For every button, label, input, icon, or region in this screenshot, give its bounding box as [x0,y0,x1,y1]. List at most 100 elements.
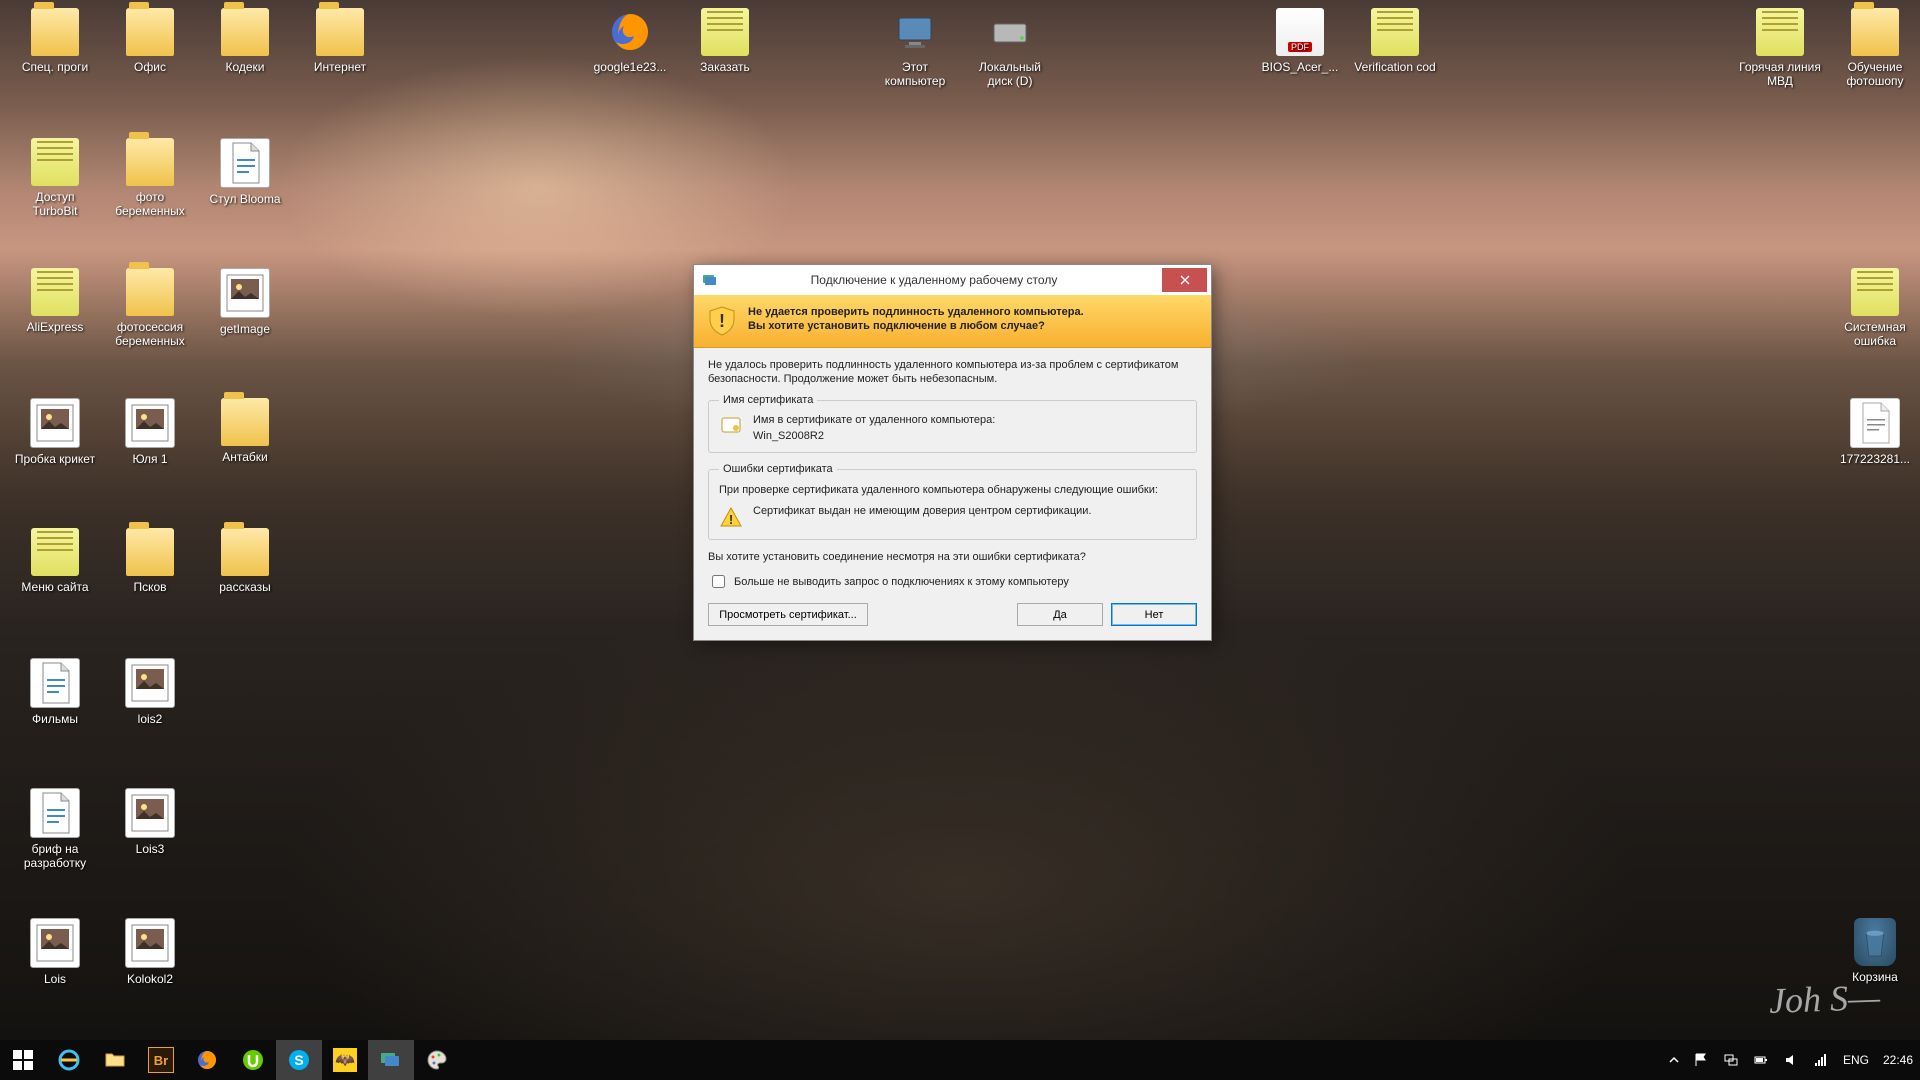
desktop-icon-label: Этот компьютер [870,59,960,89]
taskbar-paint[interactable] [414,1040,460,1080]
desktop-icon-label: google1e23... [585,59,675,75]
desktop-icon[interactable]: google1e23... [585,8,675,75]
tray-security[interactable] [1686,1040,1716,1080]
desktop-icon[interactable]: Lois [10,918,100,987]
desktop-icon-label: Kolokol2 [105,971,195,987]
taskbar[interactable]: Br S 🦇 ENG 22:46 [0,1040,1920,1080]
no-button[interactable]: Нет [1111,603,1197,626]
taskbar-rdp[interactable] [368,1040,414,1080]
close-icon [1180,275,1190,285]
dialog-intro-text: Не удалось проверить подлинность удаленн… [708,358,1197,386]
file-image-icon [125,658,175,708]
certificate-name-legend: Имя сертификата [719,394,817,406]
file-image-icon [125,398,175,448]
notepad-icon-icon [31,138,79,186]
desktop-icon[interactable]: Спец. проги [10,8,100,75]
desktop-icon[interactable]: Офис [105,8,195,75]
desktop-icon[interactable]: getImage [200,268,290,337]
taskbar-skype[interactable]: S [276,1040,322,1080]
tray-volume[interactable] [1776,1040,1806,1080]
desktop-icon[interactable]: Антабки [200,398,290,465]
windows-icon [11,1048,35,1072]
taskbar-ie[interactable] [46,1040,92,1080]
desktop-icon[interactable]: Системная ошибка [1830,268,1920,349]
desktop-icon[interactable]: Кодеки [200,8,290,75]
desktop-icon[interactable]: Псков [105,528,195,595]
folder-icon [126,138,174,186]
desktop-icon[interactable]: Обучение фотошопу [1830,8,1920,89]
taskbar-firefox[interactable] [184,1040,230,1080]
desktop-icon-label: Офис [105,59,195,75]
file-txt-icon [1850,398,1900,448]
taskbar-utorrent[interactable] [230,1040,276,1080]
desktop[interactable]: Спец. проги Офис Кодеки Интернет google1e23.… [0,0,1920,1040]
tray-power[interactable] [1746,1040,1776,1080]
desktop-icon-label: Горячая линия МВД [1735,59,1825,89]
close-button[interactable] [1162,268,1207,292]
desktop-icon[interactable]: бриф на разработку [10,788,100,871]
desktop-icon[interactable]: Локальный диск (D) [965,8,1055,89]
desktop-icon-label: AliExpress [10,319,100,335]
folder-icon [103,1048,127,1072]
desktop-icon-label: Доступ TurboBit [10,189,100,219]
desktop-icon-label: getImage [200,321,290,337]
file-doc-icon [220,138,270,188]
desktop-icon[interactable]: Горячая линия МВД [1735,8,1825,89]
dialog-titlebar[interactable]: Подключение к удаленному рабочему столу [694,265,1211,295]
skype-icon: S [287,1048,311,1072]
tray-clock[interactable]: 22:46 [1876,1040,1920,1080]
desktop-icon[interactable]: Доступ TurboBit [10,138,100,219]
recycle-bin-icon [1854,918,1896,966]
errors-intro: При проверке сертификата удаленного комп… [719,483,1186,497]
dialog-question: Вы хотите установить соединение несмотря… [708,550,1197,564]
tray-network[interactable] [1716,1040,1746,1080]
view-certificate-button[interactable]: Просмотреть сертификат... [708,603,868,626]
desktop-icon-label: рассказы [200,579,290,595]
desktop-icon-label: фотосессия беременных [105,319,195,349]
taskbar-app-bat[interactable]: 🦇 [322,1040,368,1080]
desktop-icon-label: Юля 1 [105,451,195,467]
chevron-up-icon [1669,1055,1679,1065]
dont-ask-checkbox-row[interactable]: Больше не выводить запрос о подключениях… [708,572,1197,591]
app-drive-icon [986,8,1034,56]
desktop-icon[interactable]: Verification cod [1350,8,1440,75]
folder-icon [126,8,174,56]
tray-wifi[interactable] [1806,1040,1836,1080]
desktop-icon[interactable]: Заказать [680,8,770,75]
desktop-icon[interactable]: рассказы [200,528,290,595]
app-computer-icon [891,8,939,56]
svg-text:!: ! [719,311,725,331]
notepad-icon-icon [31,528,79,576]
desktop-icon-label: Заказать [680,59,770,75]
desktop-icon[interactable]: Стул Blooma [200,138,290,207]
yes-button[interactable]: Да [1017,603,1103,626]
desktop-icon[interactable]: 177223281... [1830,398,1920,467]
desktop-icon[interactable]: BIOS_Acer_... [1255,8,1345,75]
desktop-icon[interactable]: Интернет [295,8,385,75]
desktop-icon[interactable]: фотосессия беременных [105,268,195,349]
desktop-icon[interactable]: lois2 [105,658,195,727]
desktop-icon[interactable]: Юля 1 [105,398,195,467]
dont-ask-checkbox[interactable] [712,575,725,588]
desktop-icon[interactable]: Kolokol2 [105,918,195,987]
error-item: Сертификат выдан не имеющим доверия цент… [753,505,1092,517]
desktop-icon[interactable]: фото беременных [105,138,195,219]
start-button[interactable] [0,1040,46,1080]
taskbar-explorer[interactable] [92,1040,138,1080]
desktop-icon[interactable]: Этот компьютер [870,8,960,89]
tray-language[interactable]: ENG [1836,1040,1876,1080]
desktop-icon[interactable]: AliExpress [10,268,100,335]
desktop-icon-label: Обучение фотошопу [1830,59,1920,89]
desktop-icon[interactable]: Пробка крикет [10,398,100,467]
utorrent-icon [241,1048,265,1072]
desktop-icon-label: Антабки [200,449,290,465]
ie-icon [57,1048,81,1072]
desktop-icon[interactable]: Lois3 [105,788,195,857]
desktop-icon[interactable]: Корзина [1830,918,1920,985]
tray-show-hidden[interactable] [1662,1040,1686,1080]
desktop-icon[interactable]: Фильмы [10,658,100,727]
dialog-title: Подключение к удаленному рабочему столу [726,273,1162,287]
desktop-icon-label: Интернет [295,59,385,75]
desktop-icon[interactable]: Меню сайта [10,528,100,595]
taskbar-bridge[interactable]: Br [138,1040,184,1080]
